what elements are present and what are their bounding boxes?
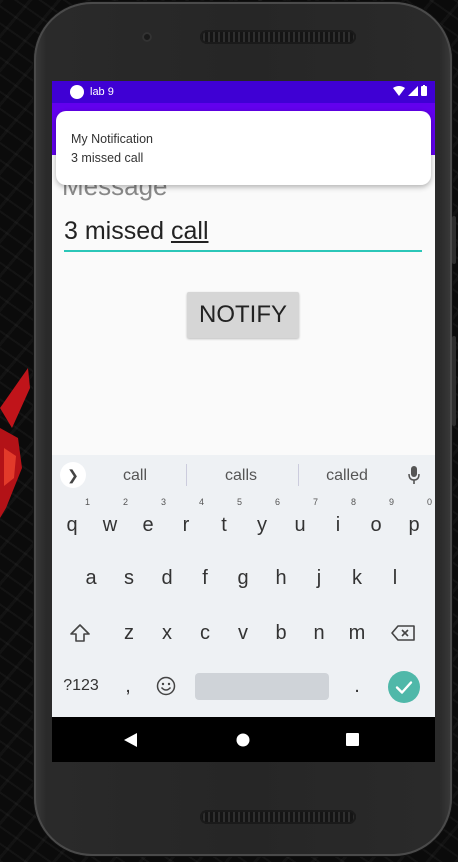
shift-icon: [70, 624, 90, 642]
battery-icon: [421, 85, 427, 96]
key-a[interactable]: a: [73, 558, 109, 598]
front-camera: [142, 32, 152, 42]
notification-text: 3 missed call: [71, 151, 144, 165]
key-o[interactable]: o9: [358, 497, 394, 545]
key-q[interactable]: q1: [54, 497, 90, 545]
suggestion-bar: ❯ call calls called: [52, 455, 435, 497]
checkmark-icon: [395, 681, 413, 694]
key-e[interactable]: e3: [130, 497, 166, 545]
space-key[interactable]: [195, 673, 329, 700]
period-key[interactable]: .: [339, 666, 375, 706]
status-bar: lab 9: [52, 81, 435, 103]
volume-button: [452, 336, 456, 426]
key-k[interactable]: k: [339, 558, 375, 598]
mic-icon[interactable]: [408, 466, 420, 484]
key-f[interactable]: f: [187, 558, 223, 598]
key-z[interactable]: z: [111, 613, 147, 653]
key-t[interactable]: t5: [206, 497, 242, 545]
navigation-bar: [52, 717, 435, 762]
message-input-underline: [64, 250, 422, 252]
comma-key[interactable]: ,: [110, 666, 146, 706]
key-m[interactable]: m: [339, 613, 375, 653]
key-u[interactable]: u7: [282, 497, 318, 545]
emoji-icon: [156, 676, 176, 696]
status-app-label: lab 9: [90, 86, 114, 98]
status-app-icon: [70, 85, 84, 99]
suggestion-2[interactable]: calls: [191, 467, 291, 485]
key-r[interactable]: r4: [168, 497, 204, 545]
notify-button[interactable]: NOTIFY: [187, 292, 299, 338]
key-l[interactable]: l: [377, 558, 413, 598]
suggestion-divider: [186, 464, 187, 486]
signal-icon: [408, 85, 418, 96]
chevron-right-icon[interactable]: ❯: [60, 462, 86, 488]
suggestion-1[interactable]: call: [85, 467, 185, 485]
power-button: [452, 216, 456, 264]
emoji-key[interactable]: [148, 666, 184, 706]
home-icon[interactable]: [236, 733, 250, 747]
key-i[interactable]: i8: [320, 497, 356, 545]
key-n[interactable]: n: [301, 613, 337, 653]
back-icon[interactable]: [124, 733, 138, 747]
shift-key[interactable]: [62, 613, 98, 653]
message-input[interactable]: 3 missed call: [64, 217, 209, 246]
notification-card[interactable]: My Notification 3 missed call: [56, 111, 431, 185]
suggestion-3[interactable]: called: [297, 467, 397, 485]
top-speaker: [200, 30, 356, 44]
symbols-key[interactable]: ?123: [58, 666, 104, 706]
backspace-key[interactable]: [385, 613, 421, 653]
message-input-text: 3 missed: [64, 217, 171, 245]
key-s[interactable]: s: [111, 558, 147, 598]
notification-title: My Notification: [71, 132, 153, 146]
key-b[interactable]: b: [263, 613, 299, 653]
message-input-composing: call: [170, 217, 209, 245]
key-v[interactable]: v: [225, 613, 261, 653]
key-p[interactable]: p0: [396, 497, 432, 545]
key-x[interactable]: x: [149, 613, 185, 653]
backspace-icon: [391, 625, 415, 641]
key-c[interactable]: c: [187, 613, 223, 653]
bottom-speaker: [200, 810, 356, 824]
red-decoration: [0, 368, 30, 518]
device-screen: lab 9 Message My Notification 3 missed c…: [52, 81, 435, 762]
key-d[interactable]: d: [149, 558, 185, 598]
wifi-icon: [393, 85, 405, 96]
soft-keyboard: ❯ call calls called q1 w2 e3 r4 t5 y6 u7…: [52, 455, 435, 717]
recents-icon[interactable]: [346, 733, 359, 746]
key-w[interactable]: w2: [92, 497, 128, 545]
key-j[interactable]: j: [301, 558, 337, 598]
key-y[interactable]: y6: [244, 497, 280, 545]
key-h[interactable]: h: [263, 558, 299, 598]
key-g[interactable]: g: [225, 558, 261, 598]
enter-key[interactable]: [388, 671, 420, 703]
